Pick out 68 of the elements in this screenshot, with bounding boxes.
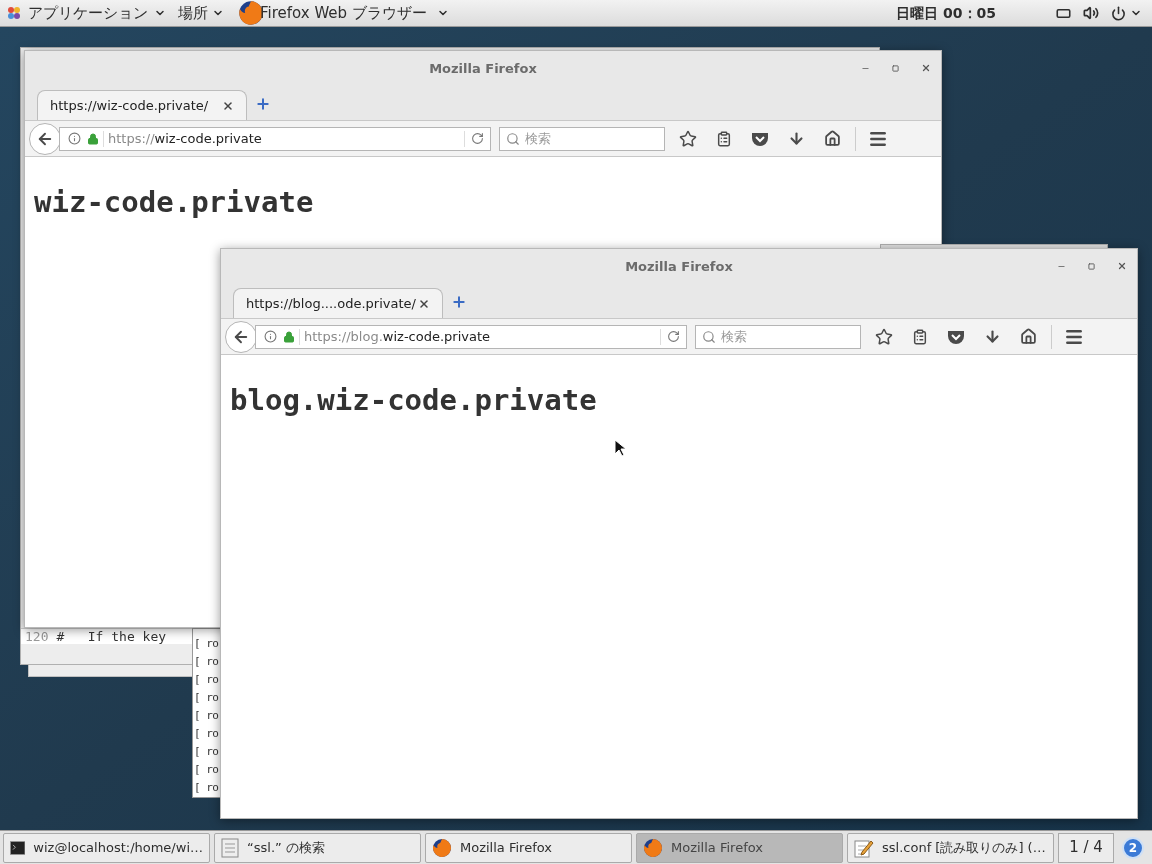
close-icon[interactable] [921, 63, 931, 73]
notepad-pencil-icon [854, 837, 874, 858]
taskbar-item[interactable]: Mozilla Firefox [636, 832, 843, 863]
new-tab-icon[interactable] [451, 294, 467, 310]
maximize-icon[interactable] [1088, 262, 1095, 270]
terminal-line: [ ro [194, 636, 219, 652]
notification-badge[interactable]: 2 [1122, 836, 1144, 859]
terminal-icon [10, 838, 26, 857]
terminal-line: [ ro [194, 690, 219, 706]
bookmark-star-icon[interactable] [679, 129, 697, 148]
search-icon [506, 131, 520, 146]
terminal-line: [ ro [194, 654, 219, 670]
maximize-icon[interactable] [892, 64, 899, 72]
home-icon[interactable] [824, 130, 841, 147]
code-line: # If the key [56, 630, 167, 643]
taskbar-item[interactable]: wiz@localhost:/home/wi… [3, 832, 210, 863]
mouse-cursor-icon [614, 439, 626, 457]
url-text: https://wiz-code.private [108, 129, 263, 148]
new-tab-icon[interactable] [255, 96, 271, 112]
browser-tab[interactable]: https://blog....ode.private/ [233, 288, 443, 318]
lock-icon [87, 132, 99, 145]
firefox-icon [643, 837, 663, 858]
download-icon[interactable] [788, 130, 805, 147]
page-heading: blog.wiz-code.private [230, 382, 598, 419]
address-bar[interactable]: https://wiz-code.private [59, 126, 491, 151]
page-heading: wiz-code.private [34, 184, 315, 221]
back-button[interactable] [225, 320, 257, 353]
home-icon[interactable] [1020, 328, 1037, 345]
terminal-line: [ ro [194, 780, 219, 796]
pocket-icon[interactable] [751, 130, 769, 147]
window-title: Mozilla Firefox [429, 60, 537, 79]
lock-icon [283, 330, 295, 343]
reading-list-icon[interactable] [912, 328, 928, 345]
search-icon [702, 329, 716, 344]
taskbar-item[interactable]: “ssl.” の検索 [214, 832, 421, 863]
back-button[interactable] [29, 122, 61, 155]
line-number: 120 [25, 630, 49, 643]
bookmark-star-icon[interactable] [875, 327, 893, 346]
terminal-line: [ ro [194, 672, 219, 688]
window-title: Mozilla Firefox [625, 258, 733, 277]
applications-menu[interactable]: アプリケーション [6, 1, 166, 25]
close-tab-icon[interactable] [222, 99, 234, 112]
info-icon[interactable] [68, 132, 81, 145]
clock[interactable]: 日曜日 00：05 [896, 2, 996, 24]
firefox-icon [432, 837, 452, 858]
terminal-line: [ ro [194, 726, 219, 742]
reload-icon[interactable] [471, 132, 484, 145]
terminal-line: [ ro [194, 762, 219, 778]
places-menu[interactable]: 場所 [178, 1, 224, 25]
taskbar-item[interactable]: Mozilla Firefox [425, 832, 632, 863]
workspace-switcher[interactable]: 1 / 4 [1058, 832, 1114, 863]
terminal-line: [ ro [194, 708, 219, 724]
applications-icon [6, 5, 22, 21]
terminal-line: [ ro [194, 744, 219, 760]
power-icon[interactable] [1111, 5, 1126, 21]
url-text: https://blog.wiz-code.private [304, 327, 492, 346]
reading-list-icon[interactable] [716, 130, 732, 147]
document-icon [221, 837, 239, 858]
reload-icon[interactable] [667, 330, 680, 343]
download-icon[interactable] [984, 328, 1001, 345]
address-bar[interactable]: https://blog.wiz-code.private [255, 324, 687, 349]
browser-tab[interactable]: https://wiz-code.private/ [37, 90, 247, 120]
close-tab-icon[interactable] [418, 297, 430, 310]
volume-icon[interactable] [1083, 5, 1099, 21]
taskbar-item[interactable]: ssl.conf [読み取りのみ] (… [847, 832, 1054, 863]
info-icon[interactable] [264, 330, 277, 343]
pocket-icon[interactable] [947, 328, 965, 345]
close-icon[interactable] [1117, 261, 1127, 271]
